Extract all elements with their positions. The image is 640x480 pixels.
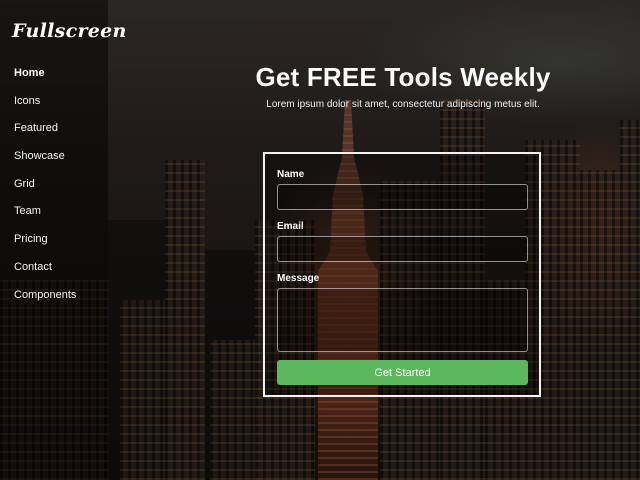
email-label: Email: [277, 221, 304, 232]
brand-logo[interactable]: Fullscreen: [12, 20, 127, 42]
nav-item-pricing[interactable]: Pricing: [14, 232, 76, 260]
hero-subtitle: Lorem ipsum dolor sit amet, consectetur …: [266, 99, 540, 110]
nav-item-icons[interactable]: Icons: [14, 94, 76, 122]
email-field[interactable]: [277, 236, 528, 262]
nav-item-team[interactable]: Team: [14, 204, 76, 232]
nav-item-featured[interactable]: Featured: [14, 121, 76, 149]
sidebar: Fullscreen Home Icons Featured Showcase …: [0, 0, 126, 480]
hero-title: Get FREE Tools Weekly: [255, 62, 551, 92]
nav-item-home[interactable]: Home: [14, 66, 76, 94]
message-label: Message: [277, 273, 320, 284]
sidebar-nav: Home Icons Featured Showcase Grid Team P…: [14, 66, 76, 315]
nav-item-contact[interactable]: Contact: [14, 260, 76, 288]
name-label: Name: [277, 169, 305, 180]
name-field[interactable]: [277, 184, 528, 210]
message-field[interactable]: [277, 288, 528, 352]
nav-item-grid[interactable]: Grid: [14, 177, 76, 205]
signup-form: Name Email Message Get Started: [263, 152, 541, 397]
nav-item-components[interactable]: Components: [14, 288, 76, 316]
nav-item-showcase[interactable]: Showcase: [14, 149, 76, 177]
get-started-button[interactable]: Get Started: [277, 360, 528, 385]
